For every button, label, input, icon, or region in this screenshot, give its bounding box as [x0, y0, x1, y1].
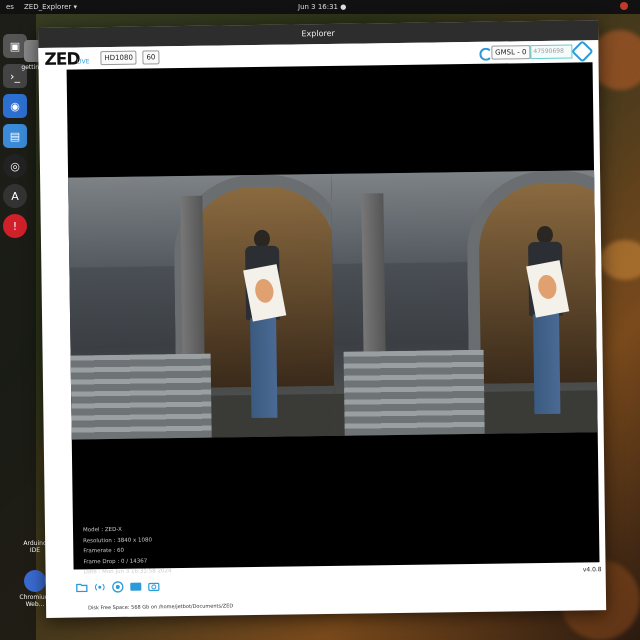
- fps-select[interactable]: 60: [142, 50, 160, 65]
- stereo-frame: [68, 170, 598, 440]
- resolution-select[interactable]: HD1080: [100, 50, 137, 66]
- obs-icon[interactable]: ◎: [3, 154, 27, 178]
- desktop-icon-label: Arduino IDE: [23, 540, 47, 554]
- top-bar: es ZED_Explorer ▾ Jun 3 16:31 ●: [0, 0, 640, 14]
- record-icon[interactable]: [112, 581, 124, 593]
- settings-icon[interactable]: [571, 40, 594, 63]
- zed-logo: ZED: [44, 49, 80, 70]
- camera-select[interactable]: GMSL - 0: [491, 45, 531, 60]
- folder-icon[interactable]: [76, 581, 88, 593]
- alert-icon[interactable]: !: [3, 214, 27, 238]
- background-bokeh: [600, 240, 640, 280]
- settings-icon[interactable]: ▤: [3, 124, 27, 148]
- right-camera-image: [331, 170, 598, 436]
- left-camera-image: [68, 173, 335, 440]
- snapshot-icon[interactable]: [148, 580, 160, 592]
- sn-input[interactable]: 47590698: [530, 44, 573, 60]
- explorer-window: Explorer ZED LIVE HD1080 60 ID GMSL - 0 …: [38, 20, 607, 618]
- live-label: LIVE: [76, 58, 90, 66]
- video-viewer[interactable]: Model : ZED-X Resolution : 3840 x 1080 F…: [66, 62, 600, 575]
- activities-button[interactable]: es: [6, 3, 14, 11]
- software-icon[interactable]: A: [3, 184, 27, 208]
- app-menu[interactable]: ZED_Explorer ▾: [24, 3, 77, 11]
- camera-info: Model : ZED-X Resolution : 3840 x 1080 F…: [83, 524, 172, 578]
- power-icon[interactable]: [620, 2, 628, 10]
- clock[interactable]: Jun 3 16:31 ●: [298, 3, 346, 11]
- stream-icon[interactable]: [94, 581, 106, 593]
- disk-status: Disk Free Space: 568 Gb on /home/jetbot/…: [88, 603, 234, 612]
- svo-icon[interactable]: [130, 581, 142, 593]
- chromium-icon: [24, 570, 46, 592]
- bottom-toolbar: Disk Free Space: 568 Gb on /home/jetbot/…: [74, 570, 601, 617]
- chromium-icon[interactable]: ◉: [3, 94, 27, 118]
